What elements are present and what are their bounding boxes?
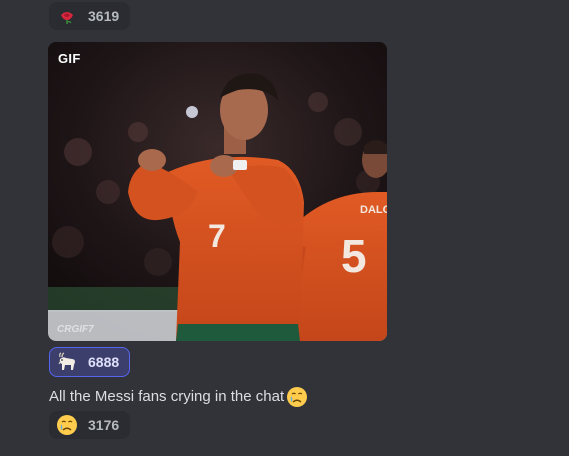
gif-watermark: CRGIF7 [57,324,94,335]
message-text: All the Messi fans crying in the chat [49,386,308,408]
gif-embed[interactable]: DALO 5 7 GIF CRGIF7 [48,42,387,341]
jersey-number-back-text: 5 [341,230,367,282]
jersey-name-text: DALO [360,204,387,216]
gif-badge: GIF [58,51,81,66]
chat-message-area: 3619 DALO 5 7 GIF CRGIF7 6888 All the Me… [0,0,569,456]
reaction-count: 3176 [88,417,120,433]
goat-emoji-icon [56,351,78,373]
gif-image: DALO 5 7 [48,42,387,341]
rose-emoji-icon [56,5,78,27]
reaction-goat[interactable]: 6888 [49,347,131,377]
reaction-count: 3619 [88,8,120,24]
reaction-rose[interactable]: 3619 [49,2,131,30]
jersey-number-front-text: 7 [208,218,226,254]
reaction-crying[interactable]: 3176 [49,411,131,439]
message-body: All the Messi fans crying in the chat [49,388,285,405]
crying-face-emoji-icon [286,386,308,408]
reaction-count: 6888 [88,354,120,370]
crying-face-emoji-icon [56,414,78,436]
